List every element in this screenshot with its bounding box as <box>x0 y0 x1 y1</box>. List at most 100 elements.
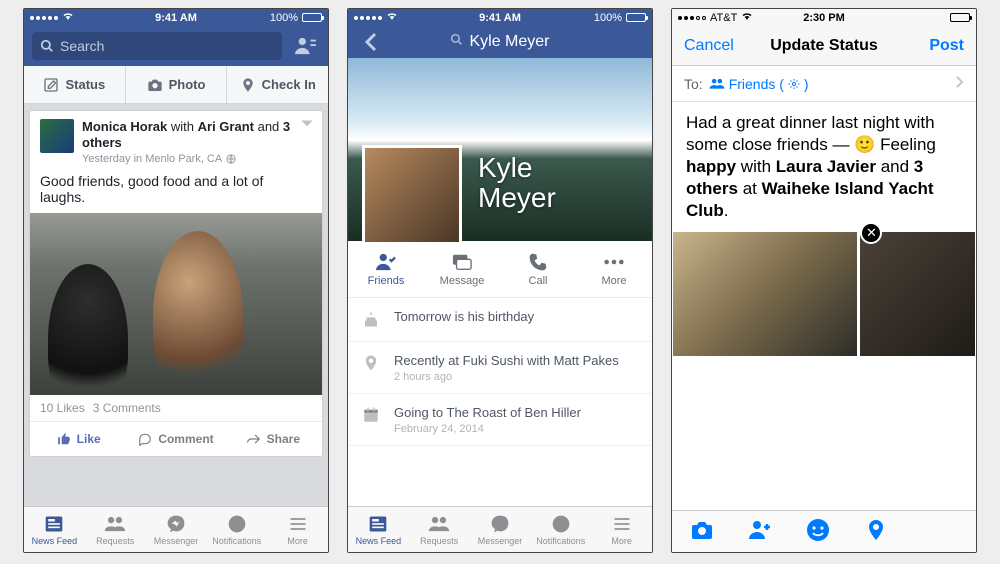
header: Kyle Meyer <box>348 26 652 58</box>
status-bar: 9:41 AM 100% <box>24 9 328 26</box>
post-stats[interactable]: 10 Likes 3 Comments <box>30 395 322 422</box>
post-title: Monica Horak with Ari Grant and 3 others <box>82 119 312 151</box>
more-icon <box>611 514 633 534</box>
info-event[interactable]: Going to The Roast of Ben Hiller Februar… <box>348 394 652 446</box>
tab-messenger[interactable]: Messenger <box>146 507 207 552</box>
post-header: Monica Horak with Ari Grant and 3 others… <box>30 111 322 169</box>
comment-icon <box>138 432 152 446</box>
battery-icon <box>302 13 322 22</box>
requests-icon <box>428 514 450 534</box>
call-button[interactable]: Call <box>500 241 576 297</box>
cake-icon <box>362 310 382 331</box>
add-photo-button[interactable] <box>690 518 714 545</box>
chevron-left-icon <box>364 32 378 52</box>
search-icon <box>450 33 463 51</box>
compose-text[interactable]: Had a great dinner last night with some … <box>672 102 976 232</box>
back-button[interactable] <box>356 32 386 52</box>
calendar-icon <box>362 406 382 427</box>
pin-icon <box>240 77 256 93</box>
pin-icon <box>864 518 888 542</box>
tab-notifications[interactable]: Notifications <box>206 507 267 552</box>
profile-actions: Friends Message Call More <box>348 241 652 298</box>
battery-pct: 100% <box>270 12 298 24</box>
status-button[interactable]: Status <box>24 66 126 103</box>
share-icon <box>247 432 261 446</box>
composer-bar: Status Photo Check In <box>24 66 328 104</box>
add-location-button[interactable] <box>864 518 888 545</box>
smiley-icon <box>806 518 830 542</box>
audience-selector[interactable]: Friends ( ) <box>709 76 809 92</box>
battery-pct: 100% <box>594 12 622 24</box>
feed-area[interactable]: Monica Horak with Ari Grant and 3 others… <box>24 104 328 506</box>
tab-bar: News Feed Requests Messenger Notificatio… <box>348 506 652 552</box>
photo-button[interactable]: Photo <box>126 66 228 103</box>
more-icon <box>287 514 309 534</box>
tab-messenger[interactable]: Messenger <box>470 507 531 552</box>
signal-dots-icon <box>30 16 58 20</box>
avatar[interactable] <box>40 119 74 153</box>
camera-icon <box>147 77 163 93</box>
attached-photos: ✕ <box>672 232 976 356</box>
phone-icon <box>527 252 549 272</box>
battery-icon <box>626 13 646 22</box>
profile-picture[interactable] <box>362 145 462 245</box>
person-lines-icon <box>294 36 316 56</box>
friend-check-icon <box>375 252 397 272</box>
tab-bar: News Feed Requests Messenger Notificatio… <box>24 506 328 552</box>
tab-more[interactable]: More <box>267 507 328 552</box>
post-button[interactable]: Post <box>929 37 964 55</box>
post-photo[interactable] <box>30 213 322 395</box>
to-label: To: <box>684 76 703 92</box>
cancel-button[interactable]: Cancel <box>684 37 734 55</box>
carrier-label: AT&T <box>710 12 737 24</box>
screen-newsfeed: 9:41 AM 100% Search Status Photo Ch <box>23 8 329 553</box>
tab-newsfeed[interactable]: News Feed <box>24 507 85 552</box>
like-button[interactable]: Like <box>30 422 127 456</box>
post-actions: Like Comment Share <box>30 422 322 456</box>
wifi-icon <box>741 11 753 24</box>
requests-icon <box>104 514 126 534</box>
tab-requests[interactable]: Requests <box>85 507 146 552</box>
search-icon <box>40 39 54 53</box>
camera-icon <box>690 518 714 542</box>
info-list: Tomorrow is his birthday Recently at Fuk… <box>348 298 652 446</box>
more-button[interactable]: More <box>576 241 652 297</box>
message-button[interactable]: Message <box>424 241 500 297</box>
tab-requests[interactable]: Requests <box>409 507 470 552</box>
comment-button[interactable]: Comment <box>127 422 224 456</box>
friends-button[interactable]: Friends <box>348 241 424 297</box>
post-meta: Yesterday in Menlo Park, CA <box>82 153 312 165</box>
gear-tiny-icon <box>788 78 800 90</box>
status-bar: AT&T 2:30 PM <box>672 9 976 26</box>
globe-icon <box>226 514 248 534</box>
tab-notifications[interactable]: Notifications <box>530 507 591 552</box>
messenger-icon <box>489 514 511 534</box>
add-feeling-button[interactable] <box>806 518 830 545</box>
compose-icon <box>43 77 59 93</box>
profile-name-search[interactable]: Kyle Meyer <box>394 33 606 51</box>
tab-more[interactable]: More <box>591 507 652 552</box>
feed-post[interactable]: Monica Horak with Ari Grant and 3 others… <box>29 110 323 457</box>
attached-photo-2[interactable] <box>860 232 975 356</box>
ellipsis-icon <box>603 252 625 272</box>
newsfeed-icon <box>367 514 389 534</box>
globe-icon <box>550 514 572 534</box>
info-recent-location[interactable]: Recently at Fuki Sushi with Matt Pakes 2… <box>348 342 652 394</box>
attached-photo-1[interactable] <box>673 232 857 356</box>
post-menu-chevron-icon[interactable] <box>300 117 314 132</box>
tag-friends-button[interactable] <box>748 518 772 545</box>
chevron-right-icon <box>955 75 964 92</box>
signal-dots-icon <box>678 16 706 20</box>
info-birthday[interactable]: Tomorrow is his birthday <box>348 298 652 342</box>
cover-photo[interactable]: Kyle Meyer <box>348 58 652 241</box>
wifi-icon <box>62 11 74 24</box>
checkin-button[interactable]: Check In <box>227 66 328 103</box>
screen-update-status: AT&T 2:30 PM Cancel Update Status Post T… <box>671 8 977 553</box>
search-input[interactable]: Search <box>32 32 282 60</box>
tab-newsfeed[interactable]: News Feed <box>348 507 409 552</box>
share-button[interactable]: Share <box>225 422 322 456</box>
audience-row[interactable]: To: Friends ( ) <box>672 66 976 102</box>
friend-requests-button[interactable] <box>290 32 320 60</box>
messenger-icon <box>165 514 187 534</box>
messages-icon <box>451 252 473 272</box>
